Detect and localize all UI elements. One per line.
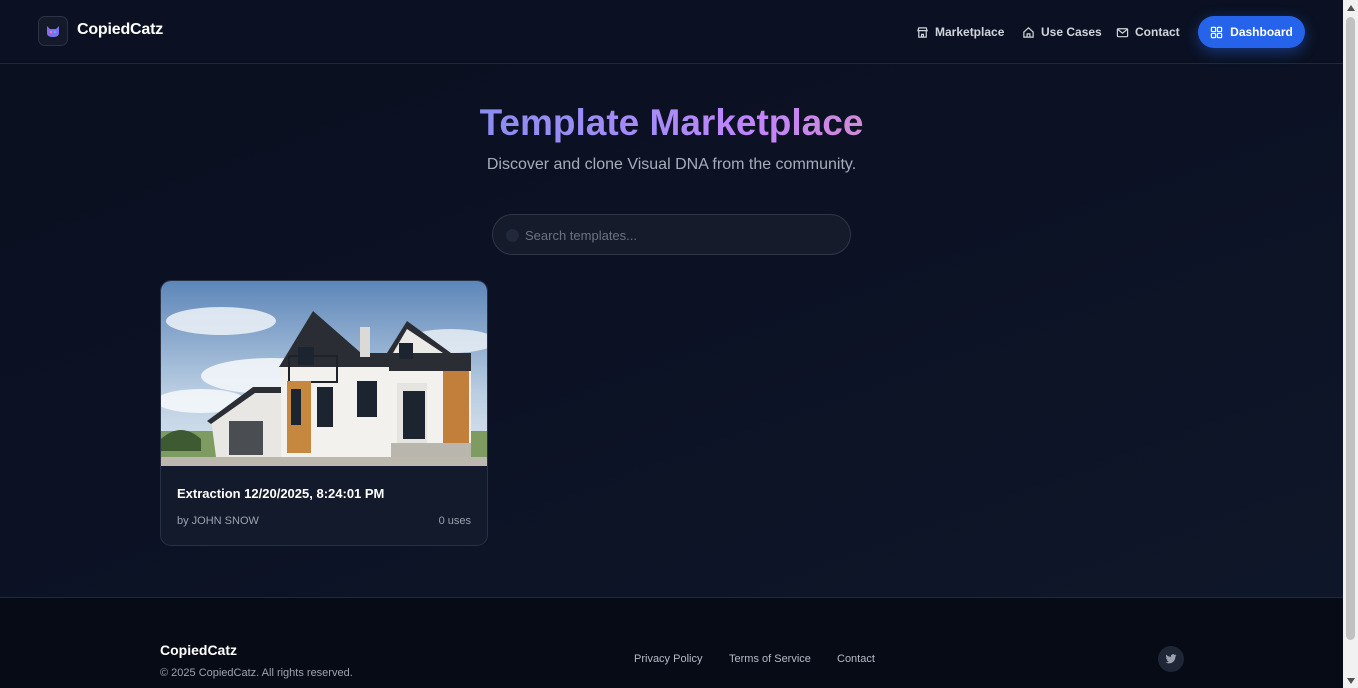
nav-marketplace[interactable]: Marketplace [916, 23, 1004, 41]
mail-icon [1116, 27, 1129, 37]
dashboard-button[interactable]: Dashboard [1198, 16, 1305, 48]
page-title: Template Marketplace [0, 100, 1343, 146]
twitter-icon [1165, 654, 1177, 664]
scrollbar[interactable] [1343, 0, 1358, 688]
footer-link-contact[interactable]: Contact [837, 653, 875, 665]
search-bar[interactable] [492, 214, 851, 255]
page-subtitle: Discover and clone Visual DNA from the c… [486, 156, 857, 173]
footer-link-terms[interactable]: Terms of Service [729, 653, 811, 665]
template-title: Extraction 12/20/2025, 8:24:01 PM [177, 486, 385, 501]
dashboard-button-label: Dashboard [1230, 25, 1293, 39]
template-author: by JOHN SNOW [177, 515, 259, 527]
cat-logo-icon [47, 26, 59, 37]
nav-use-cases-label: Use Cases [1041, 25, 1102, 39]
nav-contact-label: Contact [1135, 25, 1180, 39]
nav-marketplace-label: Marketplace [935, 25, 1005, 39]
scrollbar-thumb[interactable] [1346, 17, 1355, 640]
page-title-text: Template Marketplace [479, 102, 864, 143]
scroll-down-arrow-icon[interactable] [1343, 673, 1358, 688]
grid-icon [1210, 26, 1223, 38]
home-icon [1023, 26, 1034, 38]
logo[interactable] [38, 16, 68, 46]
footer-brand: CopiedCatz [160, 642, 237, 658]
template-uses-count: 0 uses [438, 515, 471, 527]
footer: CopiedCatz © 2025 CopiedCatz. All rights… [0, 597, 1343, 688]
footer-link-privacy[interactable]: Privacy Policy [634, 653, 702, 665]
template-card[interactable]: Extraction 12/20/2025, 8:24:01 PM by JOH… [160, 280, 488, 546]
nav-contact[interactable]: Contact [1116, 23, 1180, 41]
search-input[interactable] [525, 223, 835, 247]
page: CopiedCatz Marketplace Use Cases Contact [0, 0, 1343, 688]
nav-use-cases[interactable]: Use Cases [1022, 23, 1102, 41]
footer-copyright: © 2025 CopiedCatz. All rights reserved. [160, 667, 353, 679]
store-icon [917, 26, 928, 38]
search-icon [506, 229, 519, 242]
twitter-link[interactable] [1158, 646, 1184, 672]
brand-name[interactable]: CopiedCatz [77, 21, 163, 39]
template-thumbnail-house-image [161, 281, 487, 466]
top-navbar: CopiedCatz Marketplace Use Cases Contact [0, 0, 1343, 64]
scroll-up-arrow-icon[interactable] [1343, 0, 1358, 15]
